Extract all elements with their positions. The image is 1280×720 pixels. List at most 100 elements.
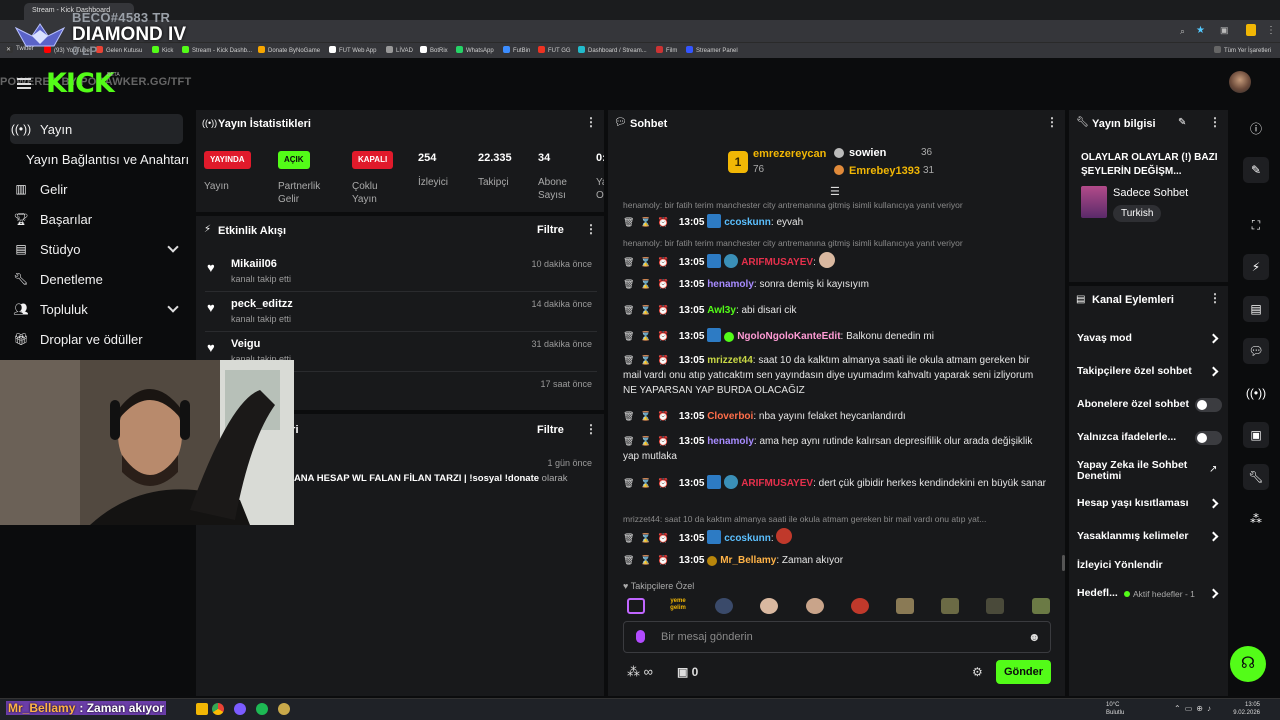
action-banned-words[interactable]: Yasaklanmış kelimeler (1077, 530, 1189, 542)
search-icon[interactable]: ⌕ (1180, 26, 1185, 37)
mod-actions-icon: 🗑⌛⏰ (623, 217, 675, 227)
taskbar: Mr_Bellamy: Zaman akıyor 10°C Bulutlu ⌃▭⊕… (0, 698, 1280, 720)
sidebar-item-yayin[interactable]: ((•)) Yayın (10, 114, 183, 144)
more-options-icon[interactable] (585, 120, 589, 124)
support-headset-icon[interactable]: ☊ (1230, 646, 1266, 682)
gear-icon[interactable]: ⚙ (972, 665, 983, 679)
filter-button[interactable]: Filtre (537, 424, 564, 436)
emote[interactable]: yeme gelim (667, 598, 689, 614)
rank-emblem-icon (14, 23, 66, 47)
emote[interactable] (760, 598, 778, 614)
clock[interactable]: 13:05 9.02.2026 (1232, 701, 1260, 717)
points-icon[interactable]: ⁂ (1243, 506, 1269, 532)
more-options-icon[interactable] (1046, 120, 1050, 124)
extensions-icon[interactable]: ▣ (1220, 25, 1229, 36)
bookmark[interactable]: FUT GG (538, 46, 571, 54)
emote[interactable] (1032, 598, 1050, 614)
layout-icon[interactable]: ▣ (1243, 422, 1269, 448)
emote[interactable] (627, 598, 645, 614)
chat-scrollbar[interactable] (1062, 555, 1065, 571)
category-thumbnail[interactable] (1081, 186, 1107, 218)
edit-icon[interactable]: ✎ (1178, 117, 1186, 128)
sidebar-item-topluluk[interactable]: 👥︎ Topluluk (10, 294, 183, 324)
action-raid[interactable]: İzleyici Yönlendir (1077, 559, 1163, 571)
leader-name[interactable]: sowien (849, 147, 886, 159)
more-options-icon[interactable] (1209, 120, 1213, 124)
points-icon[interactable]: ⁂ ∞ (627, 664, 653, 680)
wrench-icon[interactable]: 🔧︎ (1243, 464, 1269, 490)
event-user[interactable]: Veigu (231, 338, 260, 350)
chat-input[interactable]: Bir mesaj gönderin ☻ (623, 621, 1051, 653)
avatar[interactable] (1229, 71, 1251, 93)
weather-widget[interactable]: 10°C Bulutlu (1106, 701, 1124, 717)
bookmark[interactable]: Streamer Panel (686, 46, 738, 54)
extension-icon[interactable] (1246, 24, 1256, 36)
more-options-icon[interactable] (585, 427, 589, 431)
bookmark[interactable]: BotRix (420, 46, 448, 54)
bookmark[interactable]: Dashboard / Stream... (578, 46, 647, 54)
filter-button[interactable]: Filtre (537, 224, 564, 236)
info-icon[interactable]: ⓘ (1243, 115, 1269, 141)
chat-title: Sohbet (630, 118, 668, 130)
sidebar-item-basarilar[interactable]: 🏆︎ Başarılar (10, 204, 183, 234)
tray-icons[interactable]: ⌃▭⊕♪ (1174, 704, 1215, 713)
emote[interactable] (806, 598, 824, 614)
star-icon[interactable]: ★ (1196, 25, 1205, 36)
event-user[interactable]: Mikaiil06 (231, 258, 277, 270)
category-name[interactable]: Sadece Sohbet (1113, 187, 1188, 199)
document-icon[interactable]: ▤ (1243, 296, 1269, 322)
more-options-icon[interactable] (585, 227, 589, 231)
action-slow-mode[interactable]: Yavaş mod (1077, 332, 1132, 344)
chat-bubble-icon[interactable]: 💬︎ (1243, 338, 1269, 364)
bookmark-all[interactable]: Tüm Yer İşaretleri (1214, 46, 1271, 54)
sidebar-item-gelir[interactable]: ▥ Gelir (10, 174, 183, 204)
broadcast-icon[interactable]: ((•)) (1243, 380, 1269, 406)
chat-message: 🗑⌛⏰ 13:05 ccoskunn: (623, 528, 1048, 546)
cart-icon[interactable]: ▣ 0 (677, 665, 698, 679)
event-user[interactable]: peck_editzz (231, 298, 293, 310)
action-ai-moderation[interactable]: Yapay Zeka ile Sohbet Denetimi (1077, 460, 1197, 482)
sidebar-item-denetleme[interactable]: 🔧︎ Denetleme (10, 264, 183, 294)
bookmark[interactable]: Donate ByNoGame (258, 46, 320, 54)
emote[interactable] (851, 598, 869, 614)
bookmark[interactable]: FUT Web App (329, 46, 376, 54)
chat-message: 🗑⌛⏰ 13:05 henamoly: ama hep aynı rutinde … (623, 436, 1033, 462)
kick-logo[interactable]: KICK (46, 68, 115, 99)
action-followers-only[interactable]: Takipçilere özel sohbet (1077, 365, 1192, 377)
action-account-age[interactable]: Hesap yaşı kısıtlaması (1077, 497, 1189, 509)
edit-icon[interactable]: ✎ (1243, 157, 1269, 183)
fullscreen-icon[interactable]: ⛶ (1243, 212, 1269, 238)
stats-title: Yayın İstatistikleri (218, 118, 311, 130)
taskbar-app-icon[interactable] (196, 703, 208, 715)
leader-name[interactable]: Emrebey1393 (849, 165, 920, 177)
send-button[interactable]: Gönder (996, 660, 1051, 684)
sidebar-item-stream-key[interactable]: Yayın Bağlantısı ve Anahtarı (22, 144, 192, 174)
emotes-only-toggle[interactable] (1195, 431, 1222, 445)
bookmark[interactable]: LİVAD (386, 46, 413, 54)
emote[interactable] (896, 598, 914, 614)
taskbar-app-icon[interactable] (234, 703, 246, 715)
leader-name[interactable]: emrezereycan (753, 148, 826, 160)
menu-icon[interactable]: ⋮ (1266, 25, 1276, 36)
chrome-icon[interactable] (212, 703, 224, 715)
microphone-icon[interactable] (636, 630, 645, 643)
sidebar-item-droplar[interactable]: 🎁︎ Droplar ve ödüller (10, 324, 183, 354)
spotify-icon[interactable] (256, 703, 268, 715)
more-options-icon[interactable] (1209, 296, 1213, 300)
bolt-icon[interactable]: ⚡︎ (1243, 254, 1269, 280)
action-goals[interactable]: Hedefl... (1077, 587, 1118, 599)
bookmark[interactable]: WhatsApp (456, 46, 494, 54)
emote[interactable] (941, 598, 959, 614)
taskbar-app-icon[interactable] (278, 703, 290, 715)
sidebar-item-studyo[interactable]: ▤ Stüdyo (10, 234, 183, 264)
event-desc: kanalı takip etti (231, 274, 292, 284)
emote[interactable] (715, 598, 733, 614)
bookmark[interactable]: Film (656, 46, 677, 54)
subscribers-only-toggle[interactable] (1195, 398, 1222, 412)
bookmark[interactable]: FutBin (503, 46, 530, 54)
collapse-icon[interactable]: ☰ (830, 185, 840, 198)
activity-title: Etkinlik Akışı (218, 225, 287, 237)
emoji-icon[interactable]: ☻ (1028, 630, 1041, 644)
hamburger-menu-icon[interactable] (17, 78, 31, 89)
emote[interactable] (986, 598, 1004, 614)
